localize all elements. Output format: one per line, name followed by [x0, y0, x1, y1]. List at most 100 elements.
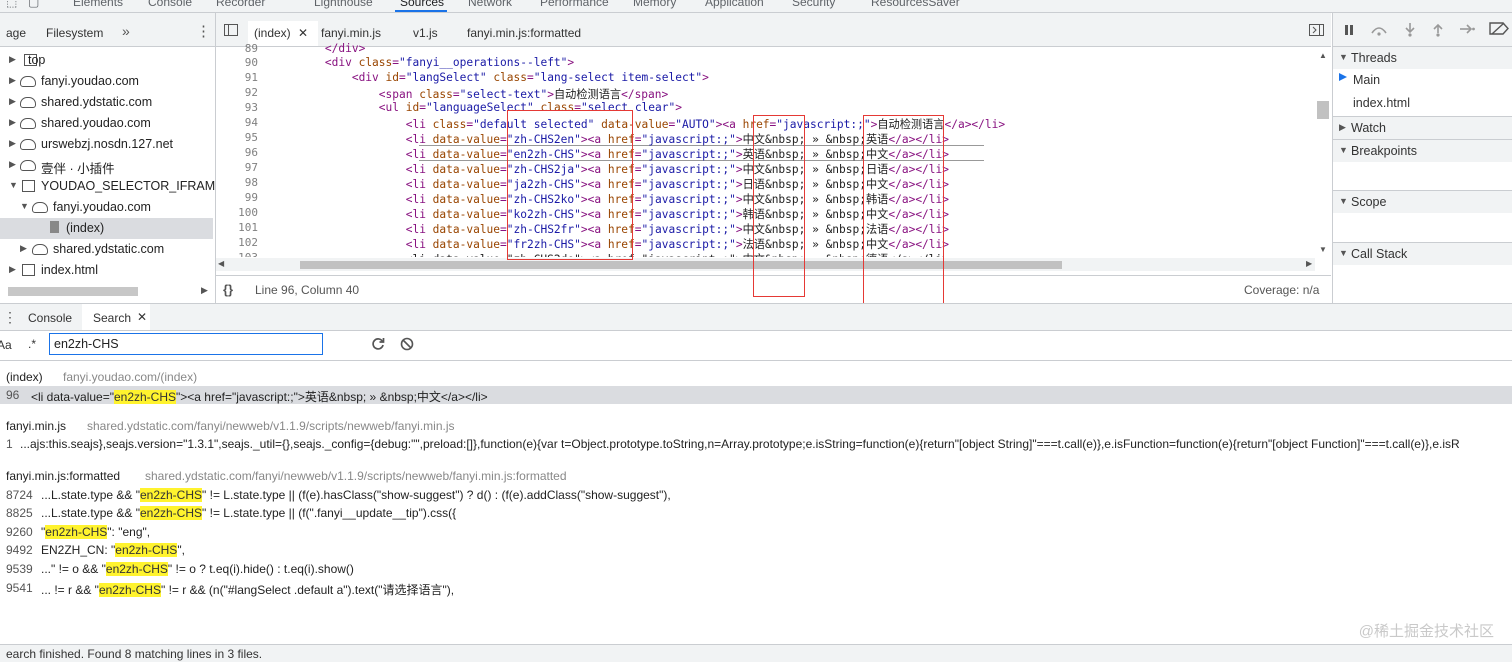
collapse-triangle-icon[interactable]: ▼ [1339, 52, 1348, 62]
scroll-left-icon[interactable]: ◀ [218, 259, 224, 268]
expand-triangle-icon[interactable]: ▶ [9, 138, 16, 149]
code-line[interactable]: <ul id="languageSelect" class="select cl… [271, 101, 682, 114]
step-into-icon[interactable] [1404, 22, 1416, 37]
code-line[interactable]: <li data-value="zh-CHS2de"><a href="java… [271, 251, 949, 257]
search-input[interactable] [49, 333, 323, 355]
scroll-up-icon[interactable]: ▲ [1319, 51, 1327, 60]
tree-item-index-html[interactable]: ▶ index.html [0, 260, 213, 281]
search-result-line[interactable]: 8825 ...L.state.type && "en2zh-CHS" != L… [0, 504, 1512, 522]
tab-console[interactable]: Console [148, 0, 192, 9]
search-result-line[interactable]: 9260 "en2zh-CHS": "eng", [0, 523, 1512, 541]
search-file-header[interactable]: fanyi.min.js:formatted shared.ydstatic.c… [0, 467, 1512, 485]
tree-item-shared-ydstatic[interactable]: ▶ shared.ydstatic.com [0, 92, 213, 113]
tree-item-fanyi-youdao[interactable]: ▶ fanyi.youdao.com [0, 71, 213, 92]
toggle-debugger-icon[interactable] [1309, 24, 1324, 36]
expand-triangle-icon[interactable]: ▶ [9, 159, 16, 170]
search-result-line[interactable]: 9539 ..." != o && "en2zh-CHS" != o ? t.e… [0, 560, 1512, 578]
refresh-icon[interactable] [371, 337, 385, 351]
coverage-status[interactable]: Coverage: n/a [1244, 283, 1319, 297]
code-line[interactable]: </div> [271, 42, 365, 55]
expand-triangle-icon[interactable]: ▶ [9, 96, 16, 107]
code-line[interactable]: <li data-value="ko2zh-CHS"><a href="java… [271, 206, 949, 222]
tab-sources[interactable]: Sources [400, 0, 444, 9]
drawer-menu-icon[interactable]: ⋮ [3, 309, 17, 326]
drawer-tab-console[interactable]: Console [28, 311, 72, 325]
code-line[interactable]: <li class="default selected" data-value=… [271, 116, 1005, 132]
tab-application[interactable]: Application [705, 0, 764, 9]
editor-vertical-scrollbar[interactable] [1317, 101, 1329, 119]
tree-item-shared-youdao[interactable]: ▶ shared.youdao.com [0, 113, 213, 134]
section-call-stack[interactable]: ▼ Call Stack [1333, 242, 1512, 265]
match-case-toggle[interactable]: Aa [0, 338, 12, 352]
step-over-icon[interactable] [1370, 23, 1388, 36]
search-result-line[interactable]: 96 <li data-value="en2zh-CHS"><a href="j… [0, 386, 1512, 404]
tab-memory[interactable]: Memory [633, 0, 676, 9]
collapse-triangle-icon[interactable]: ▼ [9, 180, 18, 190]
code-line[interactable]: <li data-value="ja2zh-CHS"><a href="java… [271, 176, 949, 192]
close-tab-icon[interactable]: ✕ [137, 310, 147, 324]
code-line[interactable]: <li data-value="zh-CHS2ja"><a href="java… [271, 161, 949, 177]
clear-icon[interactable] [400, 337, 414, 351]
tab-resources-saver[interactable]: ResourcesSaver [871, 0, 960, 9]
scroll-down-icon[interactable]: ▼ [1319, 245, 1327, 254]
thread-item-main[interactable]: Main [1333, 69, 1512, 91]
expand-triangle-icon[interactable]: ▶ [1339, 122, 1346, 133]
editor-horizontal-scrollbar[interactable] [300, 261, 1062, 269]
device-toolbar-icon[interactable]: ▢ [28, 0, 39, 9]
tree-item-iframe-fanyi-youdao[interactable]: ▼ fanyi.youdao.com [0, 197, 213, 218]
deactivate-breakpoints-icon[interactable] [1489, 22, 1509, 35]
code-line[interactable]: <div id="langSelect" class="lang-select … [271, 71, 709, 84]
tab-security[interactable]: Security [792, 0, 835, 9]
tree-item-top[interactable]: ▶ top [0, 50, 213, 71]
collapse-triangle-icon[interactable]: ▼ [1339, 196, 1348, 206]
tab-network[interactable]: Network [468, 0, 512, 9]
tab-page[interactable]: age [6, 26, 26, 40]
tree-item-index[interactable]: (index) [0, 218, 213, 239]
search-result-line[interactable]: 9492 EN2ZH_CN: "en2zh-CHS", [0, 541, 1512, 559]
section-threads[interactable]: ▼ Threads [1333, 46, 1512, 69]
inspect-icon[interactable]: ⬚ [6, 0, 17, 9]
step-out-icon[interactable] [1432, 22, 1444, 37]
tab-elements[interactable]: Elements [73, 0, 123, 9]
tab-performance[interactable]: Performance [540, 0, 609, 9]
search-result-line[interactable]: 1 ...ajs:this.seajs},seajs.version="1.3.… [0, 435, 1512, 453]
expand-triangle-icon[interactable]: ▶ [9, 264, 16, 275]
close-tab-icon[interactable]: ✕ [298, 26, 308, 40]
search-result-line[interactable]: 8724 ...L.state.type && "en2zh-CHS" != L… [0, 486, 1512, 504]
scroll-right-icon[interactable]: ▶ [1306, 259, 1312, 268]
expand-triangle-icon[interactable]: ▶ [9, 54, 16, 65]
expand-triangle-icon[interactable]: ▶ [20, 243, 27, 254]
pause-icon[interactable] [1344, 25, 1354, 35]
code-line[interactable]: <li data-value="en2zh-CHS"><a href="java… [271, 146, 949, 162]
code-line[interactable]: <li data-value="zh-CHS2ko"><a href="java… [271, 191, 949, 207]
code-line[interactable]: <li data-value="zh-CHS2fr"><a href="java… [271, 221, 949, 237]
search-file-header[interactable]: (index) fanyi.youdao.com/(index) [0, 368, 1512, 386]
pretty-print-icon[interactable]: {} [223, 282, 233, 297]
expand-triangle-icon[interactable]: ▶ [9, 117, 16, 128]
editor-tab-v1-js[interactable]: v1.js [413, 21, 438, 46]
regex-toggle[interactable]: .* [28, 337, 36, 351]
tab-filesystem[interactable]: Filesystem [46, 26, 103, 40]
expand-triangle-icon[interactable]: ▶ [9, 75, 16, 86]
section-scope[interactable]: ▼ Scope [1333, 190, 1512, 213]
more-options-icon[interactable]: ⋮ [196, 22, 211, 40]
section-breakpoints[interactable]: ▼ Breakpoints [1333, 139, 1512, 162]
drawer-tab-search[interactable]: Search ✕ [82, 304, 150, 330]
tree-item-youdao-selector-iframe[interactable]: ▼ YOUDAO_SELECTOR_IFRAME (fa [0, 176, 242, 197]
toggle-navigator-icon[interactable] [224, 24, 238, 36]
code-line[interactable]: <span class="select-text">自动检测语言</span> [271, 86, 668, 102]
step-icon[interactable] [1459, 23, 1475, 35]
scroll-right-icon[interactable]: ▶ [201, 285, 208, 296]
tree-item-iframe-shared-ydstatic[interactable]: ▶ shared.ydstatic.com [0, 239, 213, 260]
tab-lighthouse[interactable]: Lighthouse [314, 0, 373, 9]
tree-item-urswebzj[interactable]: ▶ urswebzj.nosdn.127.net [0, 134, 213, 155]
search-result-line[interactable]: 9541 ... != r && "en2zh-CHS" != r && (n(… [0, 579, 1512, 597]
collapse-triangle-icon[interactable]: ▼ [1339, 248, 1348, 258]
collapse-triangle-icon[interactable]: ▼ [20, 201, 29, 211]
more-tabs-chevron-icon[interactable]: » [122, 23, 130, 39]
navigator-horizontal-scrollbar[interactable] [8, 287, 138, 296]
editor-tab-fanyi-min-js-formatted[interactable]: fanyi.min.js:formatted [467, 21, 581, 46]
code-line[interactable]: <li data-value="fr2zh-CHS"><a href="java… [271, 236, 949, 252]
tab-recorder[interactable]: Recorder [216, 0, 265, 9]
thread-item-index-html[interactable]: index.html [1333, 92, 1512, 114]
